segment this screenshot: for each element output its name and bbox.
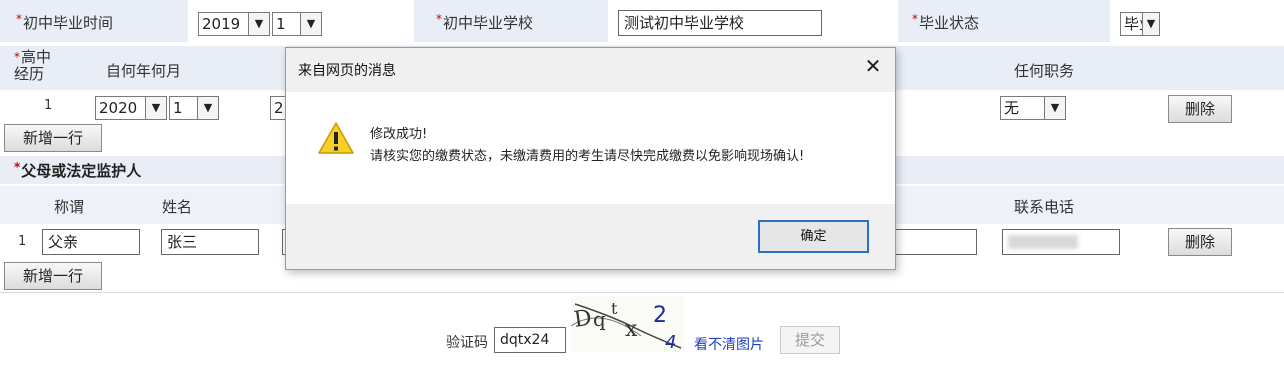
col-phone-header: 联系电话 [1014,198,1075,216]
grad-year-select[interactable]: 2019 ▼ [198,12,270,36]
svg-text:4: 4 [665,332,676,352]
col-relation-header: 称谓 [54,198,85,216]
high-school-label: *高中经历 [14,48,52,83]
delete-guardian-button[interactable]: 删除 [1168,228,1232,256]
delete-high-school-button[interactable]: 删除 [1168,95,1232,123]
from-year-select[interactable]: 2020 ▼ [95,96,167,120]
warning-icon [318,122,354,158]
captcha-label: 验证码 [446,335,488,351]
grad-month-value: 1 [276,15,286,33]
svg-text:t: t [611,299,618,318]
grad-year-value: 2019 [202,15,241,33]
grad-status-select[interactable]: 毕业 ▼ [1120,12,1160,36]
add-high-school-row-button[interactable]: 新增一行 [4,124,102,152]
from-year-value: 2020 [99,99,138,117]
svg-text:D: D [572,306,593,333]
junior-grad-time-label: *初中毕业时间 [16,12,114,32]
from-month-value: 1 [173,99,183,117]
captcha-input[interactable]: dqtx24 [494,327,566,353]
guardian-phone-input[interactable] [1002,229,1120,255]
guardian-workplace-input[interactable] [885,229,977,255]
grad-status-label: *毕业状态 [912,12,980,32]
dialog-message-line1: 修改成功! [370,127,428,142]
col-name-header: 姓名 [162,198,193,216]
svg-text:2: 2 [653,303,667,328]
captcha-image[interactable]: D q t x 2 4 [570,296,684,353]
svg-text:q: q [593,307,606,331]
guardian-row-index: 1 [18,234,27,249]
close-icon[interactable]: ✕ [861,54,885,78]
grad-month-select[interactable]: 1 ▼ [272,12,322,36]
junior-grad-time-text: 初中毕业时间 [23,14,114,32]
divider [0,292,1284,293]
from-month-select[interactable]: 1 ▼ [169,96,219,120]
svg-text:x: x [625,317,638,342]
chevron-down-icon: ▼ [300,13,321,35]
guardian-section-label: *父母或法定监护人 [14,160,142,180]
chevron-down-icon: ▼ [145,97,166,119]
to-year-value: 2 [274,99,284,117]
guardian-name-input[interactable]: 张三 [161,229,259,255]
junior-school-input[interactable]: 测试初中毕业学校 [618,10,822,36]
refresh-captcha-link[interactable]: 看不清图片 [694,334,764,354]
ok-button[interactable]: 确定 [758,220,869,253]
chevron-down-icon: ▼ [1044,97,1065,119]
dialog-title: 来自网页的消息 [298,63,396,79]
add-guardian-row-button[interactable]: 新增一行 [4,262,102,290]
chevron-down-icon: ▼ [248,13,269,35]
chevron-down-icon: ▼ [197,97,218,119]
chevron-down-icon: ▼ [1142,13,1159,35]
relation-input[interactable]: 父亲 [42,229,140,255]
captcha-graphic: D q t x 2 4 [570,299,682,353]
junior-school-text: 初中毕业学校 [443,14,534,32]
dialog-body: 修改成功! 请核实您的缴费状态，未缴清费用的考生请尽快完成缴费以免影响现场确认! [286,92,895,204]
dialog-message-line2: 请核实您的缴费状态，未缴清费用的考生请尽快完成缴费以免影响现场确认! [370,149,805,164]
guardian-section-text: 父母或法定监护人 [21,162,142,180]
position-value: 无 [1004,99,1020,117]
junior-school-label: *初中毕业学校 [436,12,534,32]
position-select[interactable]: 无 ▼ [1000,96,1066,120]
col-from-header: 自何年何月 [106,62,182,80]
col-position-header: 任何职务 [1014,62,1075,80]
submit-button[interactable]: 提交 [780,326,840,354]
grad-status-text: 毕业状态 [919,14,980,32]
blurred-phone [1008,235,1078,249]
message-dialog: 来自网页的消息 ✕ 修改成功! 请核实您的缴费状态，未缴清费用的考生请尽快完成缴… [285,47,896,270]
high-school-row-index: 1 [44,98,53,113]
